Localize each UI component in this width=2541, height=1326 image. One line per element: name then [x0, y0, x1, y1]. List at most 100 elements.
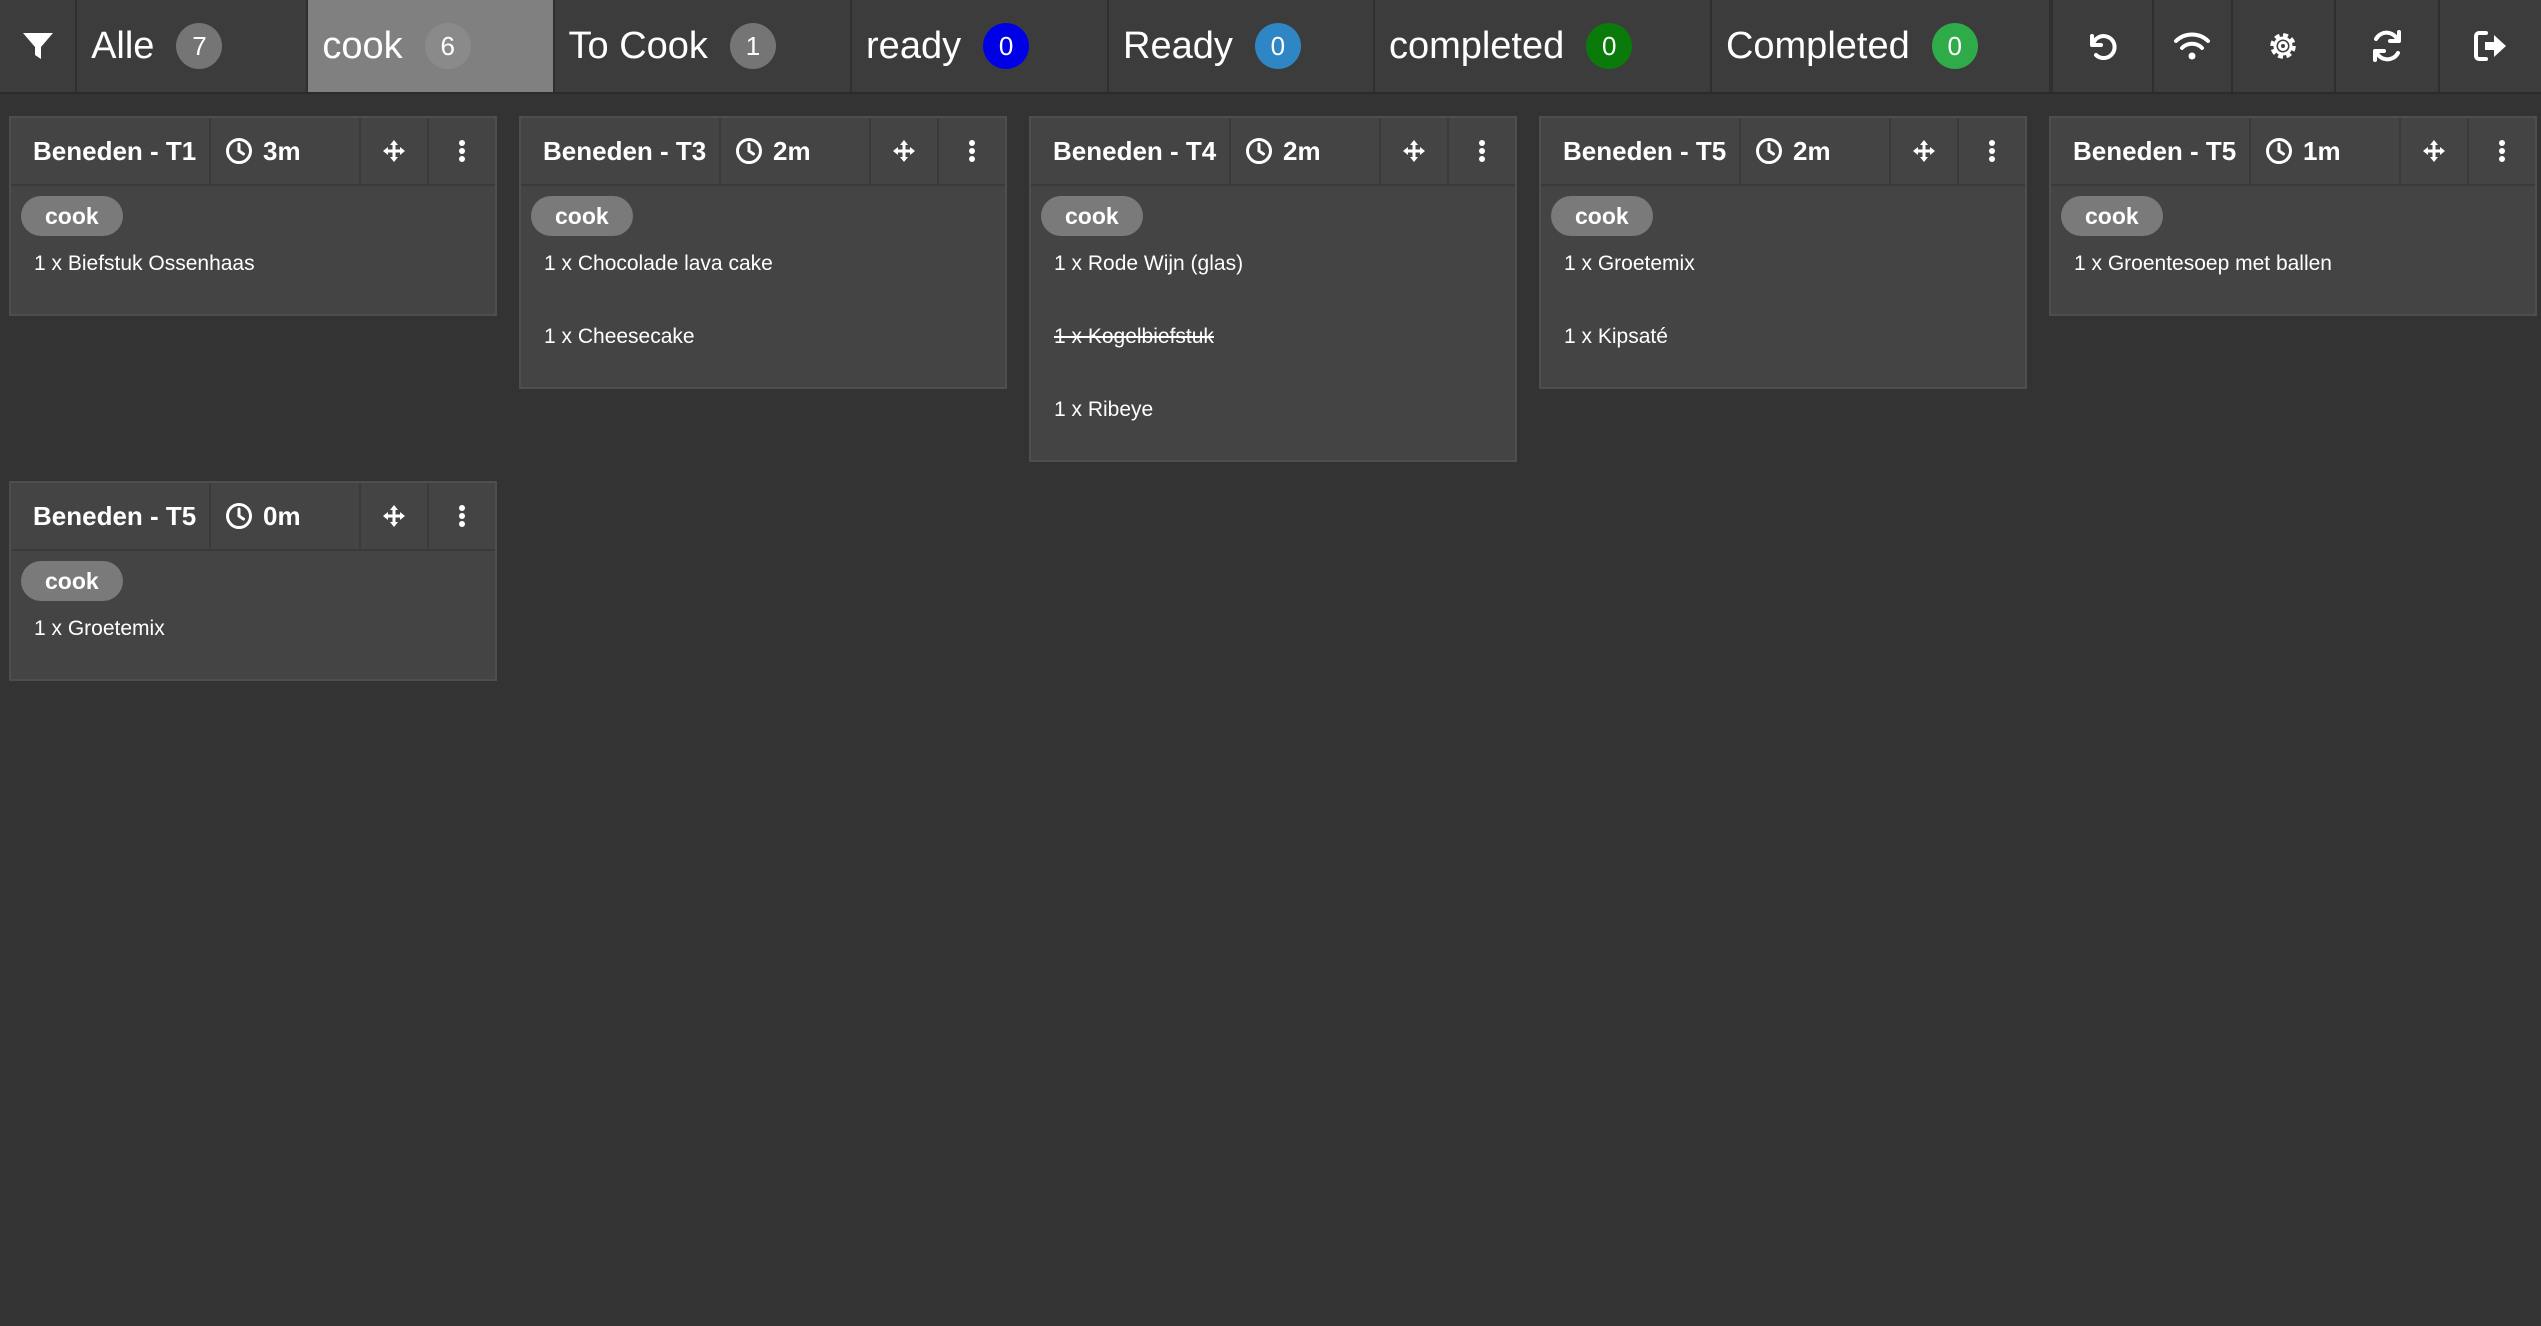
order-table-name: Beneden - T5	[1563, 135, 1727, 166]
wifi-icon	[2174, 32, 2211, 60]
elapsed-time: 2m	[773, 135, 811, 166]
order-item[interactable]: 1 x Rode Wijn (glas)	[1031, 227, 1515, 300]
order-timer: 2m	[719, 118, 869, 184]
clock-icon	[2266, 138, 2292, 164]
refresh-button[interactable]	[2333, 0, 2439, 92]
card-body: cook 1 x Rode Wijn (glas) 1 x Kogelbiefs…	[1031, 186, 1515, 460]
tab-cook[interactable]: cook 6	[308, 0, 555, 92]
order-item[interactable]: 1 x Chocolade lava cake	[521, 227, 1005, 300]
clock-icon	[736, 138, 762, 164]
card-header: Beneden - T5 1m	[2051, 118, 2535, 186]
refresh-icon	[2372, 30, 2401, 62]
tab-count-badge: 7	[176, 23, 223, 69]
order-card[interactable]: Beneden - T5 0m cook 1 x Groetemix	[9, 481, 497, 681]
more-vertical-icon	[459, 505, 465, 527]
more-vertical-icon	[459, 140, 465, 162]
tab-count-badge: 0	[1931, 23, 1978, 69]
card-header: Beneden - T5 2m	[1541, 118, 2025, 186]
elapsed-time: 0m	[263, 500, 301, 531]
tab-label: cook	[322, 24, 403, 67]
order-card[interactable]: Beneden - T4 2m cook 1 x Rode Wijn (glas…	[1029, 116, 1517, 462]
more-vertical-icon	[969, 140, 975, 162]
card-body: cook 1 x Biefstuk Ossenhaas	[11, 186, 495, 314]
order-card[interactable]: Beneden - T5 1m cook 1 x Groentesoep met…	[2049, 116, 2537, 316]
clock-icon	[1246, 138, 1272, 164]
more-vertical-icon	[2499, 140, 2505, 162]
order-item[interactable]: 1 x Kipsaté	[1541, 300, 2025, 373]
order-item[interactable]: 1 x Cheesecake	[521, 300, 1005, 373]
tab-count-badge: 6	[424, 23, 471, 69]
tab-alle[interactable]: Alle 7	[77, 0, 309, 92]
clock-icon	[1756, 138, 1782, 164]
move-handle[interactable]	[1889, 118, 1957, 184]
order-card[interactable]: Beneden - T3 2m cook 1 x Chocolade lava …	[519, 116, 1007, 389]
order-card[interactable]: Beneden - T5 2m cook 1 x Groetemix 1 x K…	[1539, 116, 2027, 389]
card-body: cook 1 x Groetemix	[11, 551, 495, 679]
elapsed-time: 3m	[263, 135, 301, 166]
tab-label: Completed	[1725, 24, 1910, 67]
card-body: cook 1 x Groentesoep met ballen	[2051, 186, 2535, 314]
move-icon	[2423, 140, 2445, 162]
order-table-name: Beneden - T4	[1053, 135, 1217, 166]
tab-count-badge: 1	[729, 23, 776, 69]
order-card[interactable]: Beneden - T1 3m cook 1 x Biefstuk Ossenh…	[9, 116, 497, 316]
order-item[interactable]: 1 x Groetemix	[1541, 227, 2025, 300]
tab-label: ready	[866, 24, 962, 67]
move-handle[interactable]	[359, 118, 427, 184]
tab-completed[interactable]: Completed 0	[1712, 0, 2051, 92]
more-vertical-icon	[1989, 140, 1995, 162]
clock-icon	[226, 138, 252, 164]
tab-count-badge: 0	[1254, 23, 1301, 69]
card-header: Beneden - T5 0m	[11, 483, 495, 551]
tab-label: completed	[1388, 24, 1565, 67]
order-timer: 2m	[1739, 118, 1889, 184]
order-table-name: Beneden - T5	[2073, 135, 2237, 166]
move-handle[interactable]	[1379, 118, 1447, 184]
tab-count-badge: 0	[1586, 23, 1633, 69]
card-body: cook 1 x Groetemix 1 x Kipsaté	[1541, 186, 2025, 387]
settings-icon	[2270, 33, 2296, 59]
order-item[interactable]: 1 x Groetemix	[11, 592, 495, 665]
order-item[interactable]: 1 x Biefstuk Ossenhaas	[11, 227, 495, 300]
order-table-name: Beneden - T3	[543, 135, 707, 166]
filter-icon	[22, 33, 53, 59]
card-header: Beneden - T4 2m	[1031, 118, 1515, 186]
move-icon	[383, 140, 405, 162]
top-bar: Alle 7 cook 6 To Cook 1 ready 0 Ready 0 …	[0, 0, 2541, 94]
order-table-name: Beneden - T5	[33, 500, 197, 531]
clock-icon	[226, 503, 252, 529]
card-menu-button[interactable]	[1447, 118, 1515, 184]
order-item-done[interactable]: 1 x Kogelbiefstuk	[1031, 300, 1515, 373]
move-icon	[1913, 140, 1935, 162]
filter-button[interactable]	[0, 0, 78, 92]
logout-icon	[2473, 31, 2506, 61]
card-header: Beneden - T1 3m	[11, 118, 495, 186]
move-icon	[893, 140, 915, 162]
card-menu-button[interactable]	[1957, 118, 2025, 184]
elapsed-time: 2m	[1793, 135, 1831, 166]
move-handle[interactable]	[359, 483, 427, 549]
more-vertical-icon	[1479, 140, 1485, 162]
card-menu-button[interactable]	[427, 483, 495, 549]
move-handle[interactable]	[2399, 118, 2467, 184]
logout-button[interactable]	[2438, 0, 2541, 92]
undo-icon	[2090, 34, 2117, 61]
move-handle[interactable]	[869, 118, 937, 184]
order-item[interactable]: 1 x Ribeye	[1031, 373, 1515, 446]
tab-count-badge: 0	[983, 23, 1030, 69]
tab-ready-lower[interactable]: ready 0	[852, 0, 1110, 92]
elapsed-time: 2m	[1283, 135, 1321, 166]
order-table-name: Beneden - T1	[33, 135, 197, 166]
tab-completed-lower[interactable]: completed 0	[1375, 0, 1712, 92]
card-body: cook 1 x Chocolade lava cake 1 x Cheesec…	[521, 186, 1005, 387]
order-item[interactable]: 1 x Groentesoep met ballen	[2051, 227, 2535, 300]
undo-button[interactable]	[2050, 0, 2152, 92]
tab-to-cook[interactable]: To Cook 1	[555, 0, 853, 92]
tab-label: To Cook	[568, 24, 708, 67]
card-menu-button[interactable]	[427, 118, 495, 184]
tab-ready[interactable]: Ready 0	[1109, 0, 1375, 92]
card-menu-button[interactable]	[937, 118, 1005, 184]
settings-button[interactable]	[2230, 0, 2334, 92]
card-menu-button[interactable]	[2467, 118, 2535, 184]
connection-status-button[interactable]	[2151, 0, 2231, 92]
